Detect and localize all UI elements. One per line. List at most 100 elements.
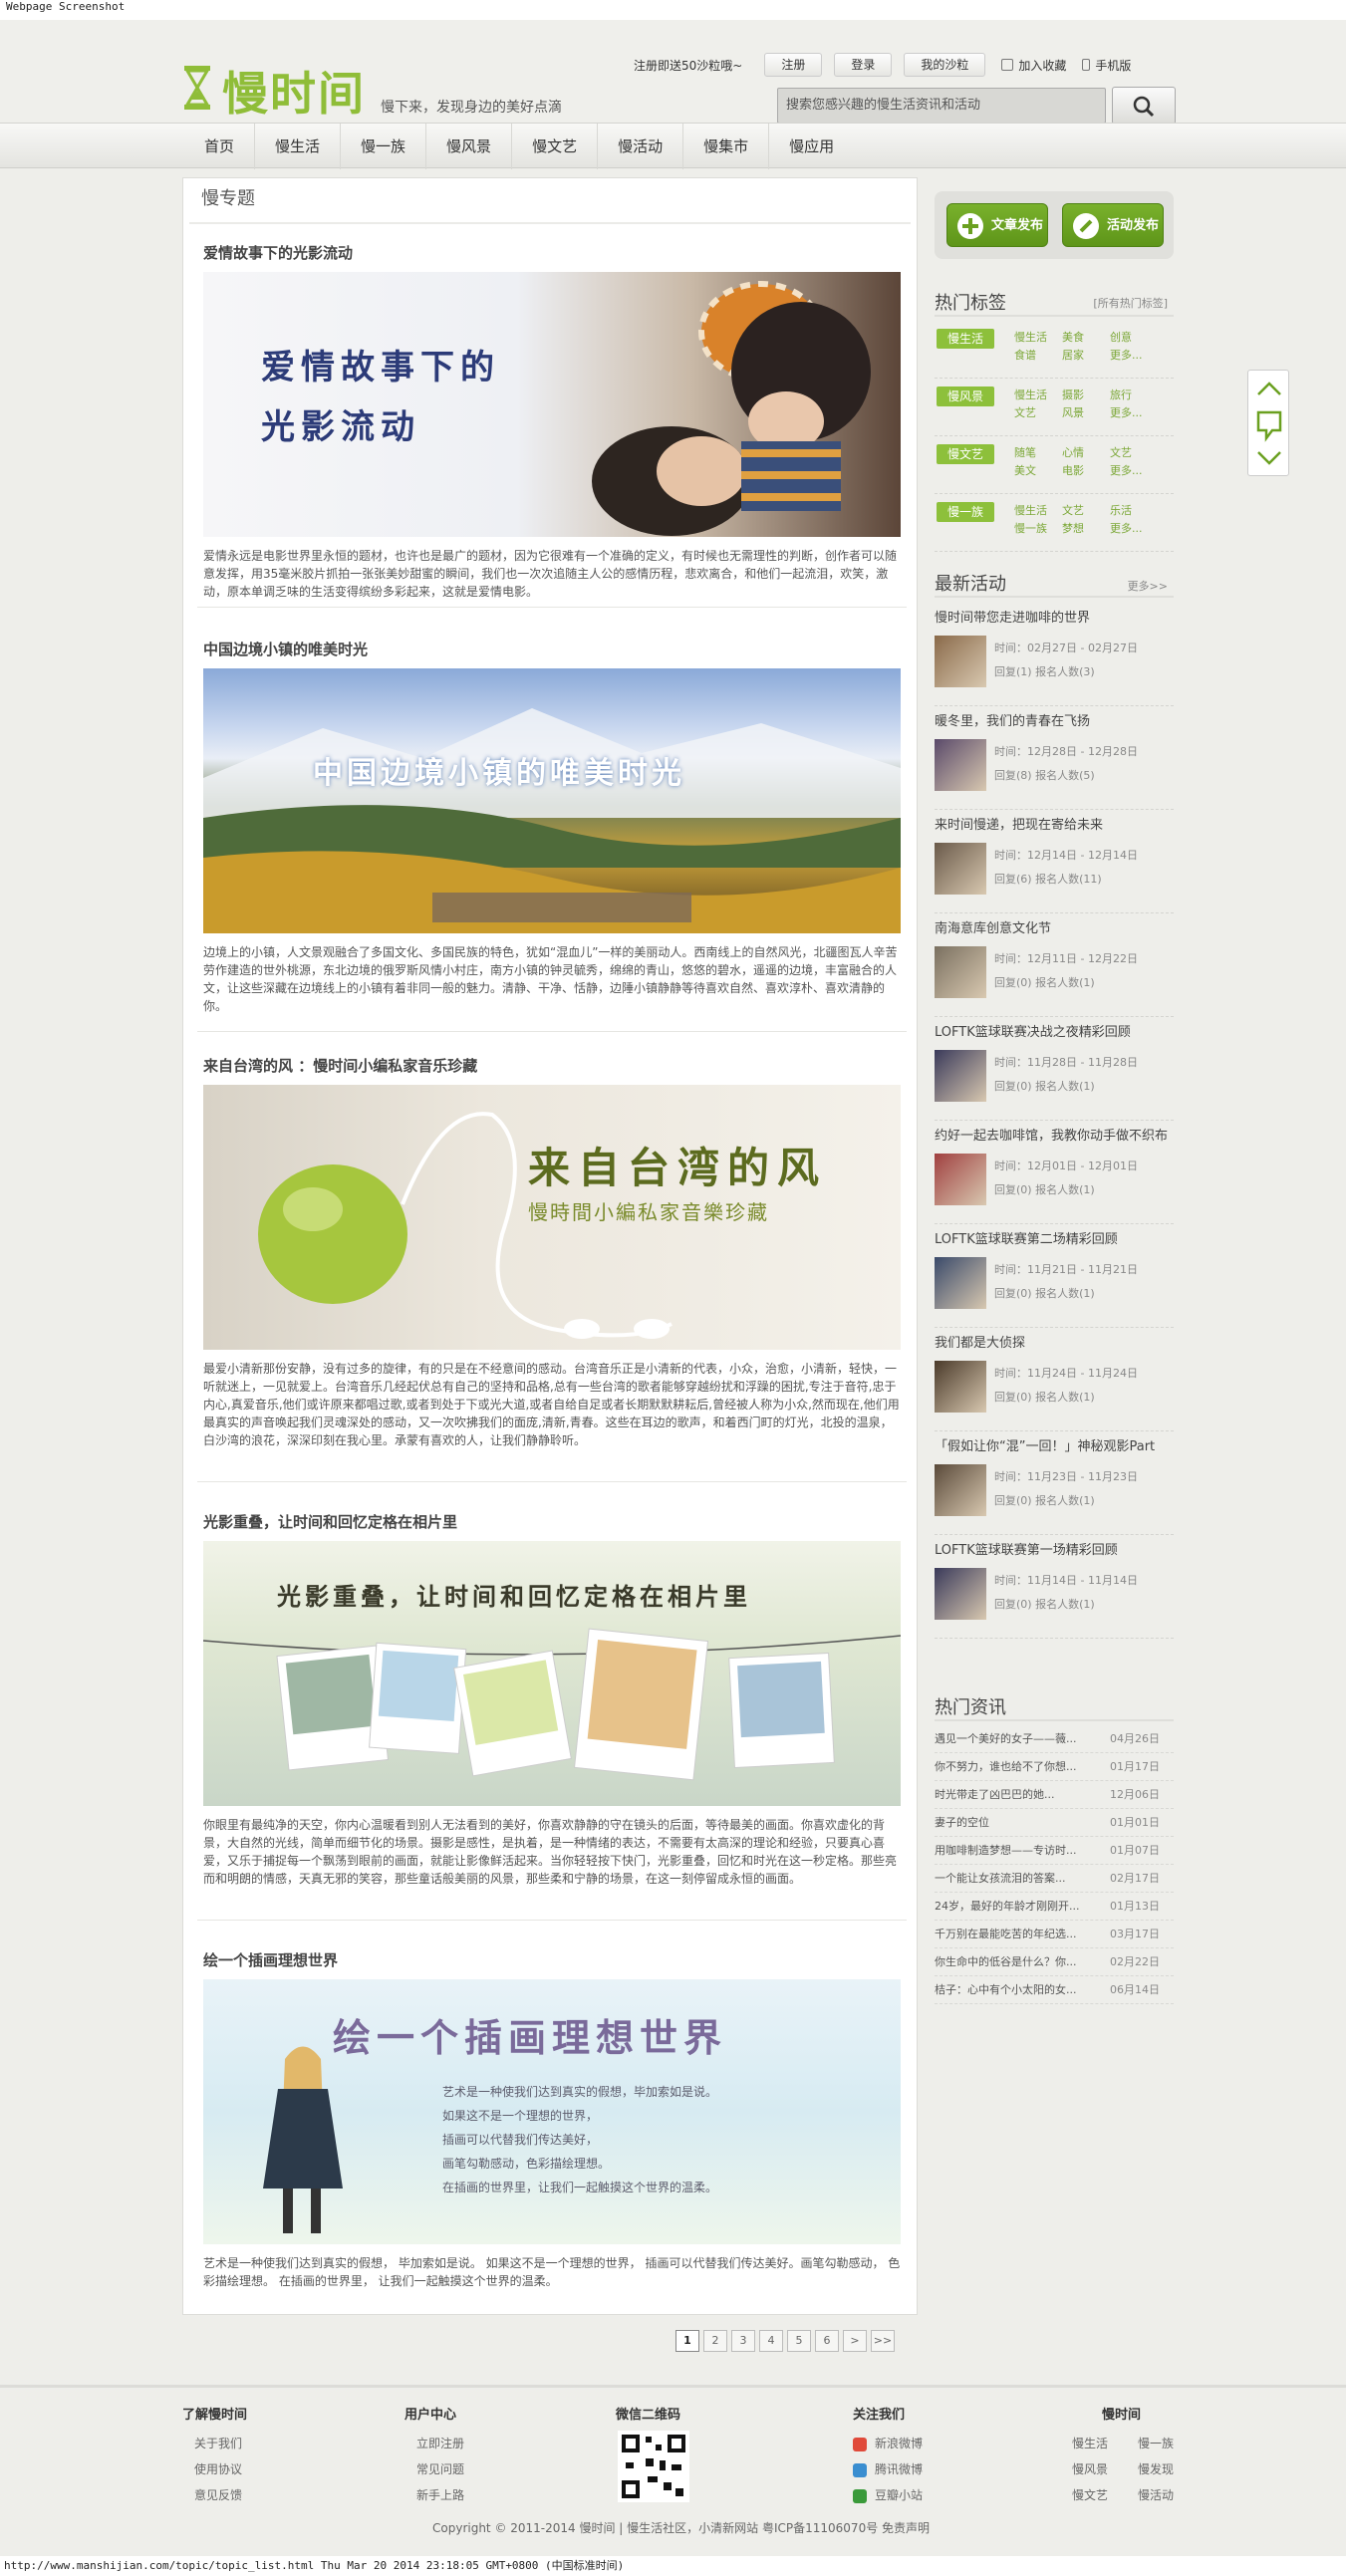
tag-link[interactable]: 梦想 — [1062, 520, 1084, 536]
activity-item[interactable]: 来时间慢递，把现在寄给未来 时间：12月14日 - 12月14日 回复(6) 报名人… — [935, 817, 1174, 920]
footer-link[interactable]: 常见问题 — [404, 2456, 464, 2482]
tag-badge[interactable]: 慢风景 — [937, 386, 994, 406]
tag-link[interactable]: 慢一族 — [1014, 520, 1047, 536]
activity-title[interactable]: 南海意库创意文化节 — [935, 920, 1174, 938]
tag-link[interactable]: 乐活 — [1110, 502, 1132, 518]
footer-link[interactable]: 慢活动 — [1126, 2482, 1192, 2508]
tag-link[interactable]: 慢生活 — [1014, 502, 1047, 518]
footer-link[interactable]: 使用协议 — [182, 2456, 247, 2482]
post-title[interactable]: 绘一个插画理想世界 — [203, 1949, 901, 1971]
tag-link[interactable]: 美食 — [1062, 329, 1084, 345]
publish-article-button[interactable]: 文章发布 — [946, 203, 1048, 247]
tag-link[interactable]: 创意 — [1110, 329, 1132, 345]
search-input[interactable]: 搜索您感兴趣的慢生活资讯和活动 — [777, 88, 1106, 124]
nav-item[interactable]: 慢一族 — [341, 124, 427, 169]
douban-link[interactable]: 豆瓣小站 — [841, 2482, 923, 2508]
nav-item[interactable]: 慢活动 — [598, 124, 684, 169]
activity-item[interactable]: LOFTK篮球联赛决战之夜精彩回顾 时间：11月28日 - 11月28日 回复(0)… — [935, 1024, 1174, 1128]
footer-link[interactable]: 新手上路 — [404, 2482, 464, 2508]
register-button[interactable]: 注册 — [764, 53, 823, 77]
footer-link[interactable]: 慢发现 — [1126, 2456, 1192, 2482]
activity-thumbnail[interactable] — [935, 1361, 986, 1413]
activity-thumbnail[interactable] — [935, 1154, 986, 1205]
news-title[interactable]: 你生命中的低谷是什么？你... — [935, 1955, 1077, 1968]
footer-link[interactable]: 立即注册 — [404, 2431, 464, 2456]
publish-event-button[interactable]: 活动发布 — [1062, 203, 1164, 247]
tag-link[interactable]: 心情 — [1062, 444, 1084, 460]
news-item[interactable]: 用咖啡制造梦想——专访时... 01月07日 — [935, 1837, 1174, 1865]
post-image[interactable]: 爱情故事下的 光影流动 — [203, 272, 901, 537]
activity-thumbnail[interactable] — [935, 946, 986, 998]
scroll-up-icon[interactable] — [1257, 382, 1281, 395]
news-title[interactable]: 千万别在最能吃苦的年纪选... — [935, 1928, 1077, 1940]
tag-badge[interactable]: 慢文艺 — [937, 444, 994, 464]
news-item[interactable]: 24岁，最好的年龄才刚刚开... 01月13日 — [935, 1893, 1174, 1921]
tag-badge[interactable]: 慢生活 — [937, 329, 994, 349]
news-title[interactable]: 时光带走了凶巴巴的她... — [935, 1788, 1055, 1801]
news-item[interactable]: 妻子的空位 01月01日 — [935, 1809, 1174, 1837]
tag-link[interactable]: 更多... — [1110, 404, 1143, 420]
nav-item[interactable]: 慢集市 — [683, 124, 770, 169]
tag-link[interactable]: 摄影 — [1062, 386, 1084, 402]
footer-link[interactable]: 关于我们 — [182, 2431, 247, 2456]
post-title[interactable]: 来自台湾的风 ：慢时间小编私家音乐珍藏 — [203, 1055, 901, 1077]
tag-link[interactable]: 更多... — [1110, 520, 1143, 536]
footer-link[interactable]: 意见反馈 — [182, 2482, 247, 2508]
post-image[interactable]: 来自台湾的风 慢時間小編私家音樂珍藏 — [203, 1085, 901, 1350]
news-title[interactable]: 24岁，最好的年龄才刚刚开... — [935, 1900, 1080, 1913]
news-title[interactable]: 桔子：心中有个小太阳的女... — [935, 1983, 1077, 1996]
activity-item[interactable]: 慢时间带您走进咖啡的世界 时间：02月27日 - 02月27日 回复(1) 报名人数… — [935, 610, 1174, 713]
news-item[interactable]: 你不努力，谁也给不了你想... 01月17日 — [935, 1753, 1174, 1781]
activity-item[interactable]: 暖冬里，我们的青春在飞扬 时间：12月28日 - 12月28日 回复(8) 报名人数… — [935, 713, 1174, 817]
site-logo[interactable]: 慢时间 — [182, 50, 382, 121]
scroll-down-icon[interactable] — [1257, 451, 1281, 465]
page-link[interactable]: 4 — [759, 2330, 783, 2352]
tag-link[interactable]: 更多... — [1110, 347, 1143, 363]
post-title[interactable]: 中国边境小镇的唯美时光 — [203, 639, 901, 660]
tag-link[interactable]: 电影 — [1062, 462, 1084, 478]
activity-title[interactable]: 我们都是大侦探 — [935, 1335, 1174, 1353]
activity-thumbnail[interactable] — [935, 1568, 986, 1620]
page-link[interactable]: 3 — [731, 2330, 755, 2352]
activity-item[interactable]: 「假如让你“混”一回！」神秘观影Part 时间：11月23日 - 11月23日 回复… — [935, 1438, 1174, 1542]
page-link[interactable]: 5 — [787, 2330, 811, 2352]
tag-link[interactable]: 旅行 — [1110, 386, 1132, 402]
activity-item[interactable]: 南海意库创意文化节 时间：12月11日 - 12月22日 回复(0) 报名人数(1) — [935, 920, 1174, 1024]
news-item[interactable]: 千万别在最能吃苦的年纪选... 03月17日 — [935, 1921, 1174, 1948]
post-title[interactable]: 爱情故事下的光影流动 — [203, 242, 901, 264]
activity-thumbnail[interactable] — [935, 1464, 986, 1516]
footer-link[interactable]: 慢一族 — [1126, 2431, 1192, 2456]
activity-thumbnail[interactable] — [935, 1050, 986, 1102]
nav-item[interactable]: 慢应用 — [769, 124, 854, 169]
activity-item[interactable]: LOFTK篮球联赛第一场精彩回顾 时间：11月14日 - 11月14日 回复(0) … — [935, 1542, 1174, 1646]
activity-title[interactable]: LOFTK篮球联赛决战之夜精彩回顾 — [935, 1024, 1174, 1042]
nav-item[interactable]: 慢文艺 — [512, 124, 599, 169]
tag-link[interactable]: 风景 — [1062, 404, 1084, 420]
news-item[interactable]: 你生命中的低谷是什么？你... 02月22日 — [935, 1948, 1174, 1976]
news-item[interactable]: 桔子：心中有个小太阳的女... 06月14日 — [935, 1976, 1174, 2004]
activity-item[interactable]: LOFTK篮球联赛第二场精彩回顾 时间：11月21日 - 11月21日 回复(0) … — [935, 1231, 1174, 1335]
news-title[interactable]: 用咖啡制造梦想——专访时... — [935, 1844, 1077, 1857]
news-title[interactable]: 一个能让女孩流泪的答案... — [935, 1872, 1066, 1885]
tag-link[interactable]: 美文 — [1014, 462, 1036, 478]
post-title[interactable]: 光影重叠，让时间和回忆定格在相片里 — [203, 1511, 901, 1533]
activity-thumbnail[interactable] — [935, 636, 986, 687]
activity-title[interactable]: 「假如让你“混”一回！」神秘观影Part — [935, 1438, 1174, 1456]
post-image[interactable]: 中国边境小镇的唯美时光 — [203, 668, 901, 933]
activity-title[interactable]: 约好一起去咖啡馆，我教你动手做不织布 — [935, 1128, 1174, 1146]
mobile-link[interactable]: 手机版 — [1082, 57, 1131, 74]
tag-link[interactable]: 文艺 — [1110, 444, 1132, 460]
news-item[interactable]: 一个能让女孩流泪的答案... 02月17日 — [935, 1865, 1174, 1893]
activities-more-link[interactable]: 更多>> — [1128, 578, 1168, 594]
nav-item[interactable]: 首页 — [184, 124, 256, 169]
all-tags-link[interactable]: [所有热门标签] — [1093, 295, 1168, 311]
tag-badge[interactable]: 慢一族 — [937, 502, 994, 522]
page-link[interactable]: 6 — [815, 2330, 839, 2352]
tag-link[interactable]: 食谱 — [1014, 347, 1036, 363]
feedback-icon[interactable] — [1256, 410, 1282, 442]
weibo-link[interactable]: 新浪微博 — [841, 2431, 923, 2456]
news-title[interactable]: 遇见一个美好的女子——薇... — [935, 1732, 1077, 1745]
page-link[interactable]: >> — [871, 2330, 895, 2352]
tag-link[interactable]: 慢生活 — [1014, 386, 1047, 402]
page-link[interactable]: 2 — [703, 2330, 727, 2352]
